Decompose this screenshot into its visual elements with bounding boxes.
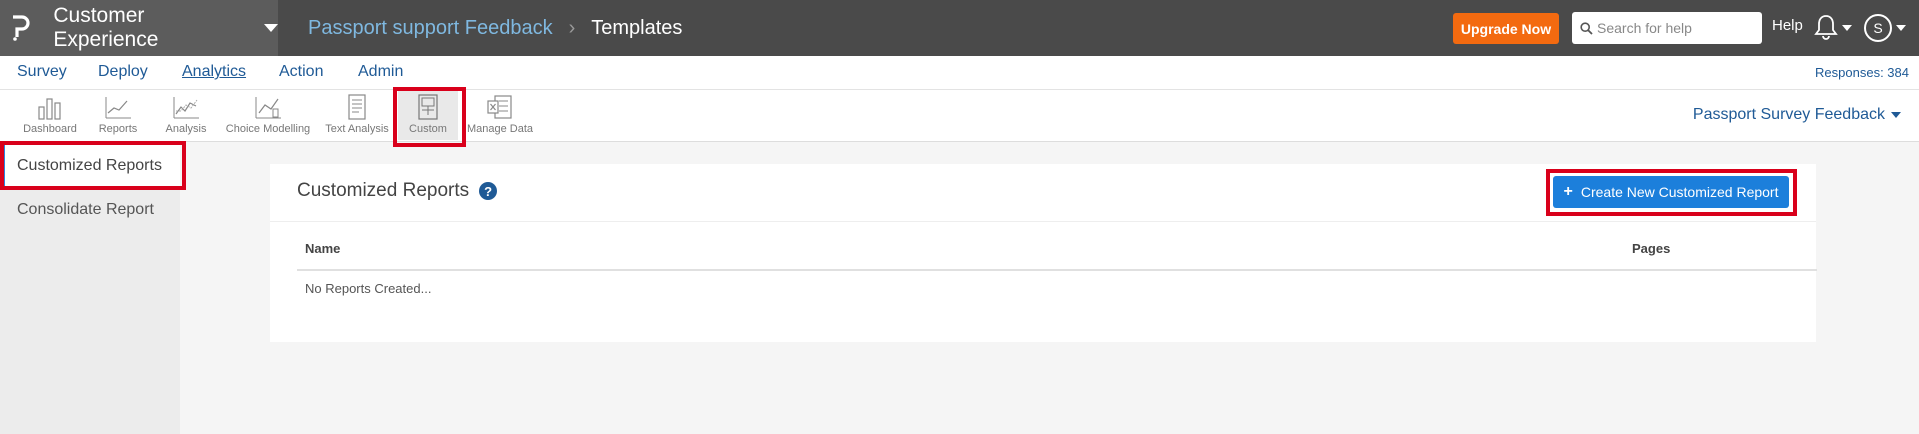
tool-text-analysis[interactable]: Text Analysis: [322, 93, 392, 135]
nav-action[interactable]: Action: [279, 63, 323, 81]
help-icon[interactable]: ?: [479, 182, 498, 200]
dashboard-icon: [38, 98, 61, 120]
chevron-down-icon: [1891, 112, 1901, 118]
nav-deploy[interactable]: Deploy: [98, 63, 148, 81]
tool-label: Reports: [98, 123, 138, 135]
page-title: Customized Reports ?: [297, 180, 498, 202]
tool-label: Manage Data: [466, 123, 534, 135]
notifications-chevron-icon[interactable]: [1842, 25, 1852, 31]
main-nav: Survey Deploy Analytics Action Admin Res…: [0, 56, 1919, 90]
table-header-divider: [297, 269, 1817, 271]
column-header-name[interactable]: Name: [305, 241, 340, 256]
product-switcher[interactable]: Customer Experience: [0, 0, 278, 56]
survey-select[interactable]: Passport Survey Feedback: [1693, 106, 1901, 124]
column-header-pages[interactable]: Pages: [1632, 241, 1670, 256]
responses-count: Responses: 384: [1815, 65, 1909, 80]
nav-survey[interactable]: Survey: [17, 63, 67, 81]
reports-icon: [105, 97, 131, 119]
divider: [270, 221, 1816, 222]
bell-icon[interactable]: [1814, 14, 1838, 40]
sidebar-item-label: Consolidate Report: [17, 201, 154, 218]
tool-label: Choice Modelling: [225, 123, 311, 135]
analysis-icon: [173, 97, 199, 119]
avatar[interactable]: S: [1864, 14, 1892, 42]
tool-manage-data[interactable]: Manage Data: [465, 93, 535, 135]
tool-label: Text Analysis: [325, 123, 389, 135]
highlight-box: [0, 141, 186, 190]
nav-analytics[interactable]: Analytics: [182, 63, 246, 81]
highlight-box: [1546, 169, 1797, 216]
highlight-box: [393, 87, 466, 147]
chevron-down-icon: [264, 24, 278, 32]
tool-label: Analysis: [165, 123, 207, 135]
chevron-right-icon: ›: [568, 16, 576, 39]
help-link[interactable]: Help: [1772, 17, 1803, 34]
top-bar: Customer Experience Passport support Fee…: [0, 0, 1919, 56]
logo-icon: [12, 15, 30, 41]
manage-data-icon: [487, 95, 512, 119]
help-search[interactable]: [1572, 12, 1762, 44]
sidebar-item-consolidate-report[interactable]: Consolidate Report: [0, 188, 180, 232]
survey-select-value: Passport Survey Feedback: [1692, 106, 1885, 123]
breadcrumb-current: Templates: [591, 16, 683, 39]
tool-dashboard[interactable]: Dashboard: [22, 93, 78, 135]
text-analysis-icon: [348, 94, 366, 120]
upgrade-now-button[interactable]: Upgrade Now: [1453, 13, 1559, 44]
account-chevron-icon[interactable]: [1896, 25, 1906, 31]
breadcrumb: Passport support Feedback › Templates: [308, 0, 682, 56]
nav-admin[interactable]: Admin: [358, 63, 403, 81]
search-input[interactable]: [1597, 20, 1757, 36]
tool-reports[interactable]: Reports: [96, 93, 140, 135]
tool-analysis[interactable]: Analysis: [163, 93, 209, 135]
logo: [0, 0, 39, 56]
empty-state-text: No Reports Created...: [305, 281, 432, 296]
choice-modelling-icon: [255, 97, 281, 119]
analytics-toolbar: Dashboard Reports Analysis Choice Modell…: [0, 90, 1919, 142]
breadcrumb-survey-link[interactable]: Passport support Feedback: [308, 17, 553, 40]
search-icon: [1580, 21, 1593, 35]
product-name: Customer Experience: [53, 4, 159, 51]
page-title-text: Customized Reports: [297, 180, 470, 201]
tool-label: Dashboard: [23, 123, 77, 135]
tool-choice-modelling[interactable]: Choice Modelling: [224, 93, 312, 135]
